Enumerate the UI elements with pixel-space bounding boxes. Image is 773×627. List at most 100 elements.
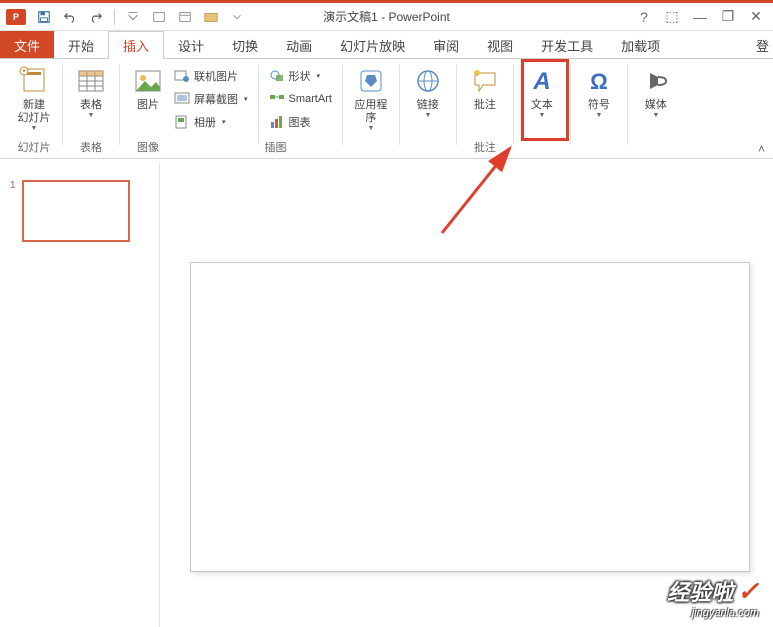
- slide-editor[interactable]: [160, 162, 773, 627]
- comment-label: 批注: [474, 99, 496, 112]
- quick-access-toolbar: [32, 5, 249, 29]
- new-slide-label: 新建 幻灯片: [18, 99, 51, 125]
- svg-text:✦: ✦: [21, 68, 26, 75]
- group-tables: 表格 ▼ 表格: [63, 63, 119, 157]
- group-images: 图片 图像 联机图片 屏幕截图 ▾ 相册 ▾: [120, 63, 258, 157]
- window-controls: ? ⬚ — ❐ ✕: [631, 5, 769, 29]
- work-area: 1: [0, 162, 773, 627]
- tab-design[interactable]: 设计: [164, 31, 218, 59]
- hyperlink-button[interactable]: 链接 ▼: [406, 63, 450, 119]
- smartart-button[interactable]: SmartArt: [265, 88, 336, 110]
- group-text: A 文本 ▼: [514, 63, 570, 157]
- redo-button[interactable]: [84, 5, 108, 29]
- photo-album-button[interactable]: 相册 ▾: [170, 111, 252, 133]
- collapse-ribbon-button[interactable]: ˄: [758, 142, 765, 156]
- tab-developer[interactable]: 开发工具: [527, 31, 607, 59]
- separator: [114, 9, 115, 25]
- group-slides: ✦ 新建 幻灯片 ▼ 幻灯片: [6, 63, 62, 157]
- media-icon: [640, 65, 672, 97]
- link-icon: [412, 65, 444, 97]
- table-label: 表格: [80, 99, 102, 112]
- dropdown-icon: ▼: [538, 112, 545, 119]
- screenshot-label: 屏幕截图: [194, 91, 238, 107]
- new-slide-button[interactable]: ✦ 新建 幻灯片 ▼: [12, 63, 56, 132]
- tab-animations[interactable]: 动画: [272, 31, 326, 59]
- group-comments-label: 批注: [474, 139, 496, 155]
- hyperlink-label: 链接: [417, 99, 439, 112]
- online-pictures-button[interactable]: 联机图片: [170, 65, 252, 87]
- group-symbols: Ω 符号 ▼: [571, 63, 627, 157]
- group-images-label: 图像: [137, 139, 159, 155]
- group-tables-label: 表格: [80, 139, 102, 155]
- apps-label: 应用程 序: [354, 99, 387, 125]
- powerpoint-icon: P: [6, 9, 26, 25]
- dropdown-icon: ▾: [244, 95, 248, 103]
- text-icon: A: [526, 65, 558, 97]
- screenshot-button[interactable]: 屏幕截图 ▾: [170, 88, 252, 110]
- tab-transitions[interactable]: 切换: [218, 31, 272, 59]
- group-comments: 批注 批注: [457, 63, 513, 157]
- minimize-button[interactable]: —: [687, 5, 713, 29]
- tab-view[interactable]: 视图: [473, 31, 527, 59]
- comment-button[interactable]: 批注: [463, 63, 507, 112]
- qat-item-3[interactable]: [199, 5, 223, 29]
- qat-customize[interactable]: [121, 5, 145, 29]
- table-button[interactable]: 表格 ▼: [69, 63, 113, 119]
- group-apps: 应用程 序 ▼: [343, 63, 399, 157]
- apps-icon: [355, 65, 387, 97]
- chart-button[interactable]: 图表: [265, 111, 336, 133]
- save-button[interactable]: [32, 5, 56, 29]
- tab-review[interactable]: 审阅: [419, 31, 473, 59]
- qat-item-1[interactable]: [147, 5, 171, 29]
- signin-link[interactable]: 登: [742, 31, 773, 59]
- media-button[interactable]: 媒体 ▼: [634, 63, 678, 119]
- tab-insert[interactable]: 插入: [108, 31, 164, 59]
- shapes-label: 形状: [289, 68, 311, 84]
- thumbnail-preview: [22, 180, 130, 242]
- tab-slideshow[interactable]: 幻灯片放映: [326, 31, 419, 59]
- smartart-icon: [269, 91, 285, 107]
- group-illustrations: 形状▾ SmartArt 图表 插图: [259, 63, 342, 157]
- tab-home[interactable]: 开始: [54, 31, 108, 59]
- text-label: 文本: [531, 99, 553, 112]
- qat-item-2[interactable]: [173, 5, 197, 29]
- help-button[interactable]: ?: [631, 5, 657, 29]
- tab-addins[interactable]: 加载项: [607, 31, 674, 59]
- slide-thumbnail-1[interactable]: 1: [10, 180, 149, 242]
- images-stack: 联机图片 屏幕截图 ▾ 相册 ▾: [170, 63, 252, 133]
- illustrations-stack: 形状▾ SmartArt 图表: [265, 63, 336, 133]
- slide-canvas[interactable]: [190, 262, 750, 572]
- window-title: 演示文稿1 - PowerPoint: [323, 8, 450, 25]
- chart-label: 图表: [289, 114, 311, 130]
- group-links: 链接 ▼: [400, 63, 456, 157]
- symbols-label: 符号: [588, 99, 610, 112]
- table-icon: [75, 65, 107, 97]
- dropdown-icon: ▼: [367, 125, 374, 132]
- comment-icon: [469, 65, 501, 97]
- tab-file[interactable]: 文件: [0, 31, 54, 59]
- svg-text:A: A: [532, 68, 550, 95]
- online-pictures-label: 联机图片: [194, 68, 238, 84]
- group-slides-label: 幻灯片: [18, 139, 51, 155]
- undo-button[interactable]: [58, 5, 82, 29]
- dropdown-icon: ▼: [424, 112, 431, 119]
- ribbon-display-button[interactable]: ⬚: [659, 5, 685, 29]
- symbols-button[interactable]: Ω 符号 ▼: [577, 63, 621, 119]
- group-media: 媒体 ▼: [628, 63, 684, 157]
- title-bar: P 演示文稿1 - PowerPoint ? ⬚ — ❐ ✕: [0, 3, 773, 31]
- slide-number: 1: [10, 180, 16, 191]
- shapes-button[interactable]: 形状▾: [265, 65, 336, 87]
- apps-button[interactable]: 应用程 序 ▼: [349, 63, 393, 132]
- dropdown-icon: ▾: [222, 118, 226, 126]
- restore-button[interactable]: ❐: [715, 5, 741, 29]
- slide-thumbnail-pane[interactable]: 1: [0, 162, 160, 627]
- pictures-button[interactable]: 图片: [126, 63, 170, 112]
- close-button[interactable]: ✕: [743, 5, 769, 29]
- smartart-label: SmartArt: [289, 93, 332, 105]
- shapes-icon: [269, 68, 285, 84]
- qat-dropdown[interactable]: [225, 5, 249, 29]
- pictures-label: 图片: [137, 99, 159, 112]
- photo-album-label: 相册: [194, 114, 216, 130]
- text-button[interactable]: A 文本 ▼: [520, 63, 564, 119]
- symbol-icon: Ω: [583, 65, 615, 97]
